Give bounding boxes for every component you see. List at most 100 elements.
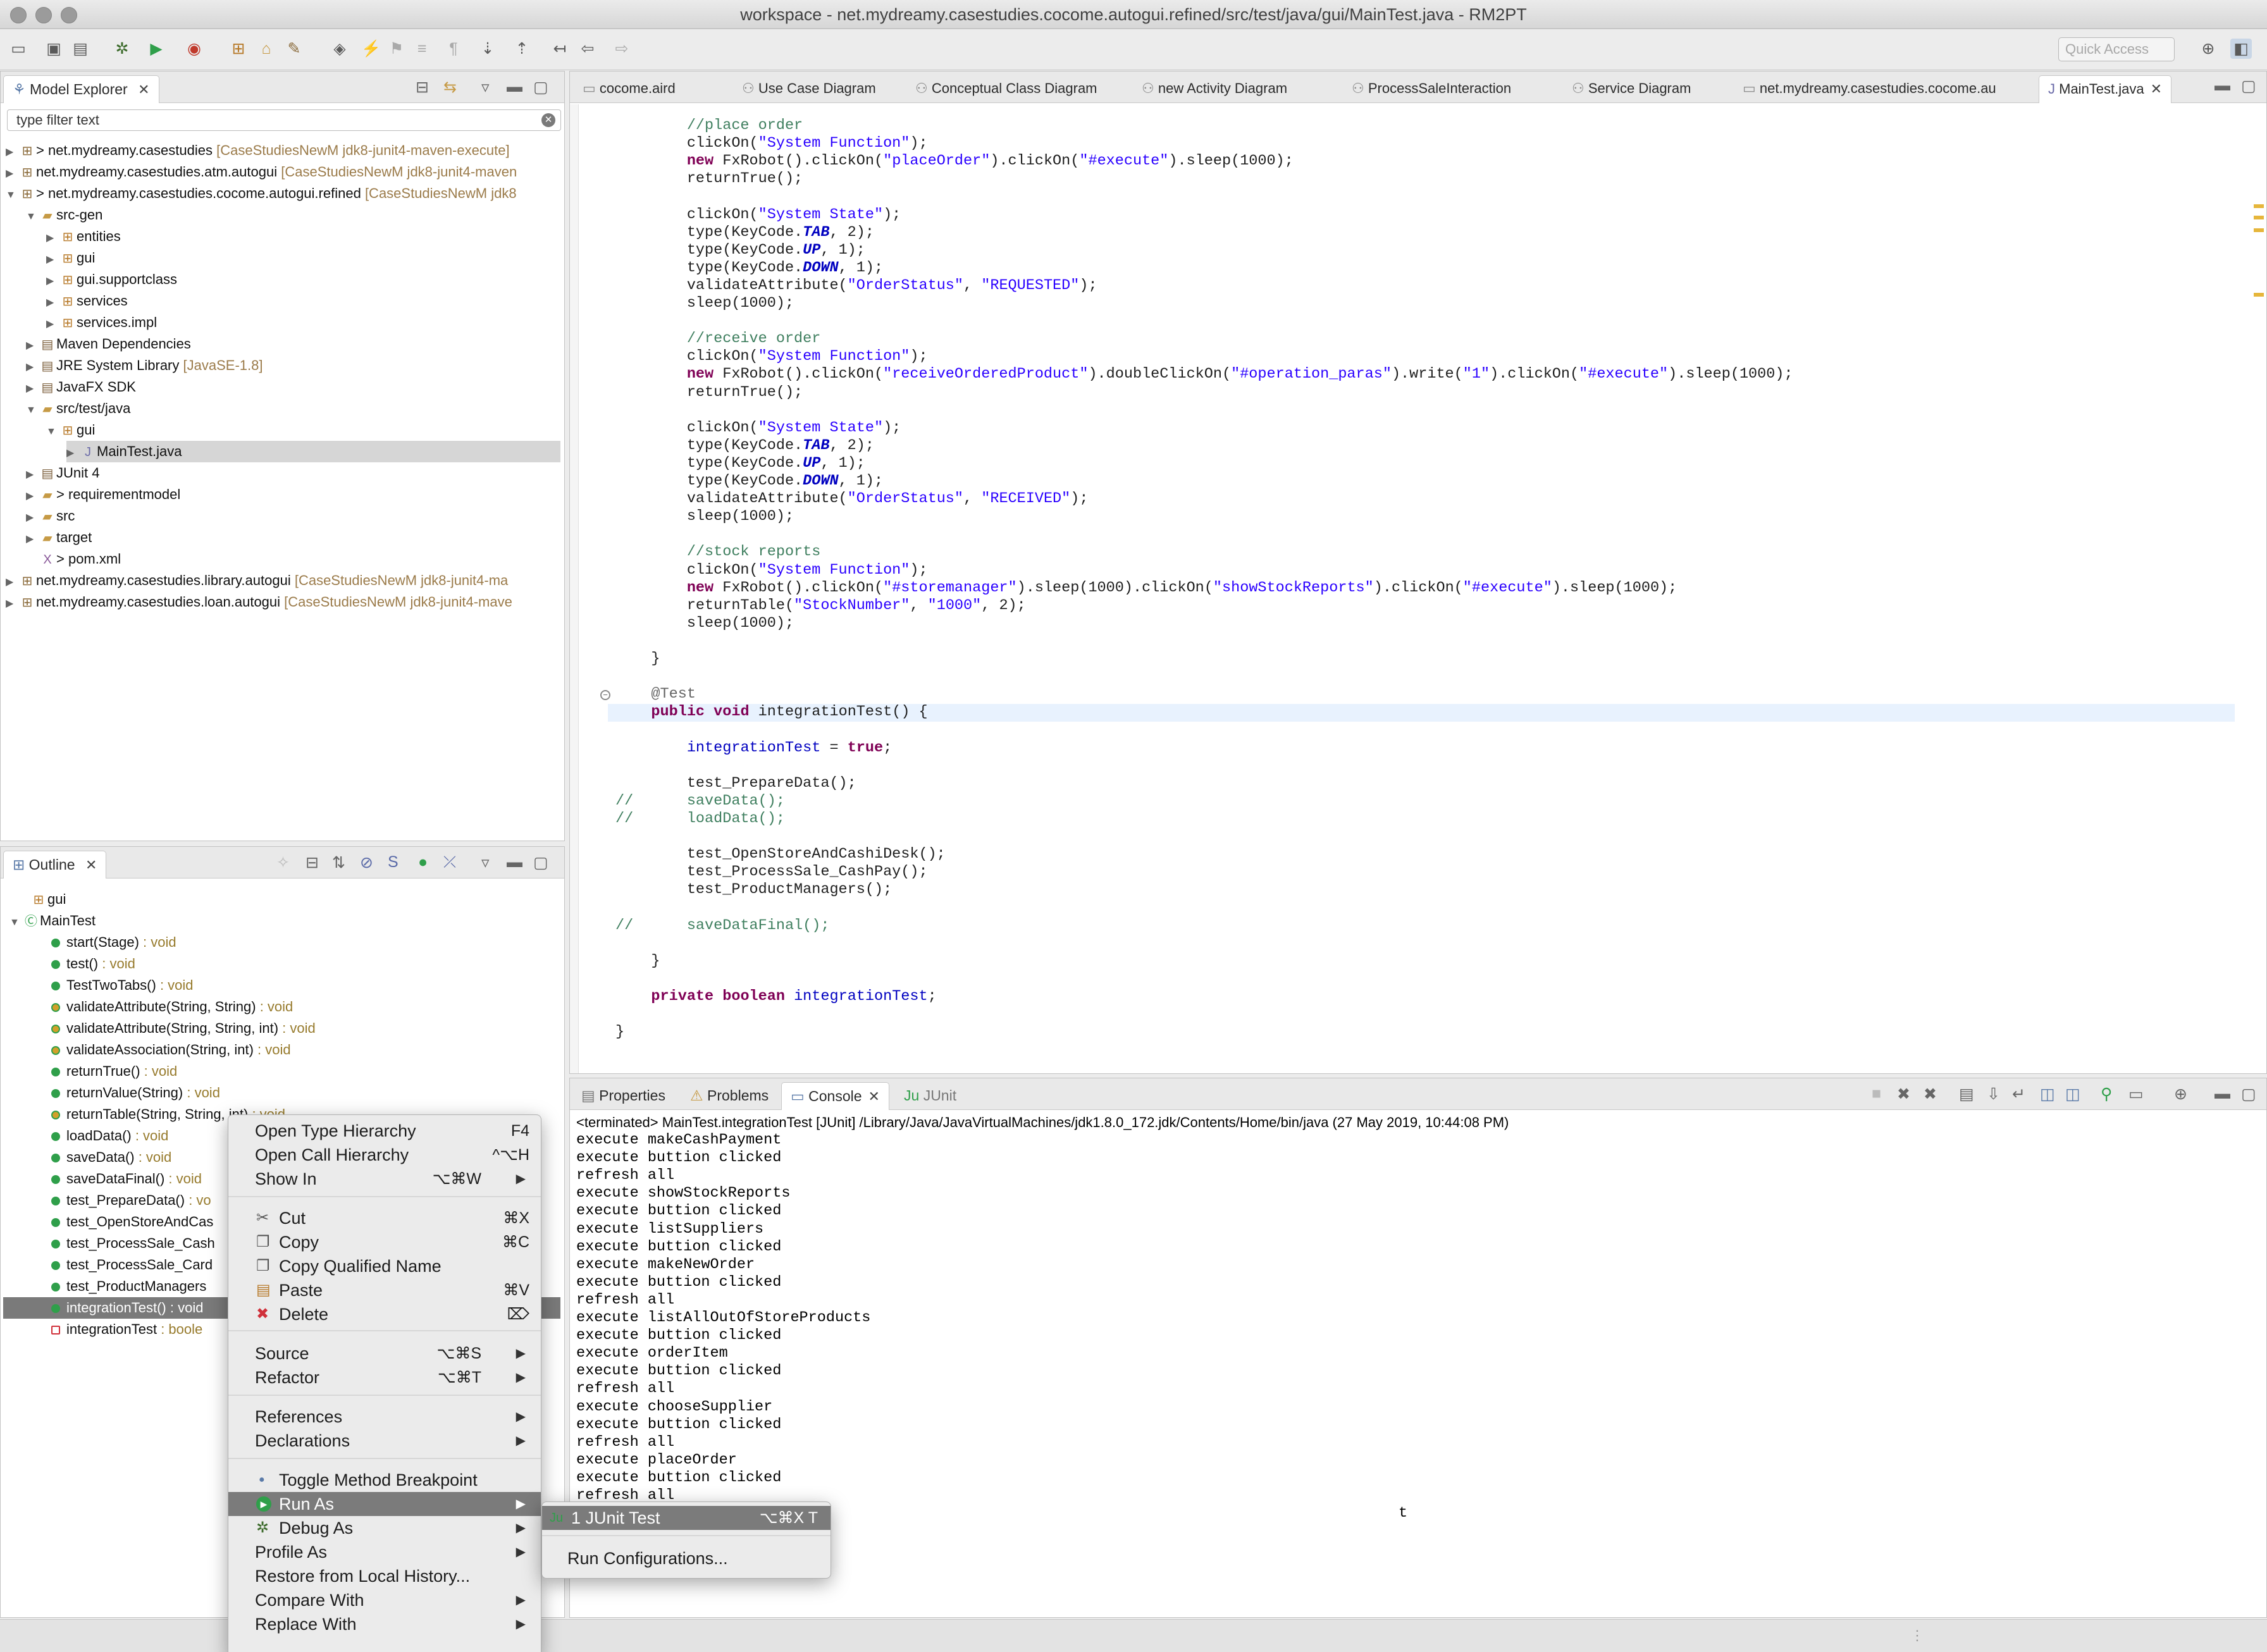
maximize-icon[interactable]: ▢ <box>2241 77 2256 96</box>
display-console-icon[interactable]: ▭ <box>2128 1085 2144 1104</box>
expand-toggle-icon[interactable]: ▼ <box>9 912 22 934</box>
expand-toggle-icon[interactable]: ▶ <box>26 529 39 550</box>
context-menu-item[interactable]: Open Call Hierarchy ^⌥H <box>228 1143 541 1167</box>
debug-icon[interactable]: ✲ <box>111 39 133 59</box>
expand-toggle-icon[interactable]: ▶ <box>26 335 39 357</box>
sort-icon[interactable]: ⇅ <box>332 853 345 872</box>
open-type-icon[interactable]: ✎ <box>283 39 305 59</box>
editor-tab[interactable]: ▭ net.mydreamy.casestudies.cocome.au <box>1734 75 2005 103</box>
editor-tab[interactable]: ⚇ ProcessSaleInteraction <box>1343 75 1520 103</box>
tree-item[interactable]: ▼ ▰ src-gen <box>26 204 560 226</box>
quick-access-input[interactable]: Quick Access <box>2058 37 2175 61</box>
outline-item[interactable]: ⊞ gui <box>30 889 560 910</box>
tree-item[interactable]: ▶ ⊞ net.mydreamy.casestudies.library.autog… <box>6 570 560 591</box>
outline-item[interactable]: validateAssociation(String, int) : void <box>3 1039 560 1061</box>
minimize-icon[interactable]: ▬ <box>507 853 522 872</box>
context-menu-item[interactable]: ❐ Copy ⌘C <box>228 1230 541 1254</box>
context-menu-item[interactable]: ● Toggle Method Breakpoint <box>228 1468 541 1492</box>
tree-item[interactable]: ▶ ▰ target <box>26 527 560 548</box>
tree-item[interactable]: ▶ ⊞ net.mydreamy.casestudies.loan.autogui … <box>6 591 560 613</box>
minimize-icon[interactable]: ▬ <box>507 78 522 96</box>
context-menu-item[interactable]: ✖ Delete ⌦ <box>228 1302 541 1326</box>
tab-model-explorer[interactable]: ⚘ Model Explorer ✕ <box>3 75 159 103</box>
editor-tab[interactable]: ⚇ Use Case Diagram <box>733 75 885 103</box>
outline-item[interactable]: validateAttribute(String, String) : void <box>3 996 560 1018</box>
context-menu-item[interactable]: Source ⌥⌘S ▶ <box>228 1341 541 1365</box>
open-perspective-icon[interactable]: ⊕ <box>2197 39 2219 59</box>
expand-toggle-icon[interactable]: ▶ <box>46 228 59 249</box>
maximize-icon[interactable]: ▢ <box>533 78 548 97</box>
expand-toggle-icon[interactable]: ▼ <box>26 206 39 228</box>
close-icon[interactable]: ✕ <box>2151 81 2162 97</box>
rm2pt-perspective-icon[interactable]: ◧ <box>2230 39 2252 59</box>
hide-local-types-icon[interactable]: ⤫ <box>443 853 456 872</box>
code-editor[interactable]: //place order clickOn("System Function")… <box>570 117 2247 1073</box>
last-edit-icon[interactable]: ↤ <box>549 39 571 59</box>
expand-toggle-icon[interactable]: ▶ <box>26 357 39 378</box>
forward-icon[interactable]: ⇨ <box>611 39 633 59</box>
bottom-tab[interactable]: ▭ Console ✕ <box>781 1082 889 1110</box>
tree-item[interactable]: ▶ J MainTest.java <box>66 441 560 462</box>
expand-toggle-icon[interactable]: ▶ <box>26 464 39 486</box>
pin-console-icon[interactable]: ⚲ <box>2101 1085 2112 1104</box>
overview-marker[interactable] <box>2254 293 2264 297</box>
external-tools-icon[interactable]: ◉ <box>183 39 205 59</box>
minimize-icon[interactable]: ▬ <box>2214 77 2230 95</box>
overview-marker[interactable] <box>2254 216 2264 219</box>
new-package-icon[interactable]: ⊞ <box>228 39 249 59</box>
tree-item[interactable]: ▶ ⊞ entities <box>46 226 560 247</box>
mark-occurrences-icon[interactable]: ⚡ <box>361 39 382 59</box>
annotation-icon[interactable]: ◈ <box>329 39 350 59</box>
remove-all-icon[interactable]: ✖ <box>1924 1085 1937 1104</box>
tree-item[interactable]: ▶ ▤ JUnit 4 <box>26 462 560 484</box>
context-menu-item[interactable]: ❐ Copy Qualified Name <box>228 1254 541 1278</box>
expand-toggle-icon[interactable]: ▶ <box>46 271 59 292</box>
word-wrap-icon[interactable]: ≡ <box>411 39 433 59</box>
tree-item[interactable]: ▶ ⊞ gui.supportclass <box>46 269 560 290</box>
expand-toggle-icon[interactable]: ▶ <box>26 507 39 529</box>
show-on-output-icon[interactable]: ◫ <box>2040 1085 2055 1104</box>
editor-tab[interactable]: ▭ cocome.aird <box>574 75 684 103</box>
open-console-icon[interactable]: ⊕ <box>2174 1085 2187 1104</box>
save-all-icon[interactable]: ▤ <box>70 39 91 59</box>
expand-toggle-icon[interactable]: ▶ <box>46 314 59 335</box>
tree-item[interactable]: ▶ ▤ JavaFX SDK <box>26 376 560 398</box>
outline-item[interactable]: test() : void <box>3 953 560 975</box>
outline-item[interactable]: returnTrue() : void <box>3 1061 560 1082</box>
tree-item[interactable]: ▶ ⊞ gui <box>46 247 560 269</box>
expand-toggle-icon[interactable]: ▼ <box>26 400 39 421</box>
hide-fields-icon[interactable]: ⊘ <box>360 853 373 872</box>
tree-item[interactable]: ▶ ⊞ > net.mydreamy.casestudies [CaseStudie… <box>6 140 560 161</box>
tree-item[interactable]: ▶ ▰ > requirementmodel <box>26 484 560 505</box>
tree-item[interactable]: ▶ ⊞ net.mydreamy.casestudies.atm.autogui [… <box>6 161 560 183</box>
show-whitespace-icon[interactable]: ¶ <box>443 39 464 59</box>
run-icon[interactable]: ▶ <box>145 39 167 59</box>
expand-toggle-icon[interactable]: ▶ <box>66 443 79 464</box>
context-menu-item[interactable]: Compare With ▶ <box>228 1588 541 1612</box>
tree-item[interactable]: ▶ ▰ src <box>26 505 560 527</box>
outline-item[interactable]: validateAttribute(String, String, int) :… <box>3 1018 560 1039</box>
context-menu-item[interactable]: ▶ Run As ▶ <box>228 1492 541 1516</box>
clear-filter-icon[interactable]: ✕ <box>541 113 555 127</box>
outline-item[interactable]: returnValue(String) : void <box>3 1082 560 1104</box>
close-icon[interactable]: ✕ <box>85 857 97 873</box>
expand-toggle-icon[interactable]: ▶ <box>46 292 59 314</box>
bottom-tab[interactable]: ▤ Properties <box>572 1082 674 1110</box>
overview-marker[interactable] <box>2254 228 2264 232</box>
expand-toggle-icon[interactable]: ▶ <box>6 142 18 163</box>
save-icon[interactable]: ▣ <box>43 39 65 59</box>
tree-item[interactable]: X > pom.xml <box>26 548 560 570</box>
maximize-icon[interactable]: ▢ <box>533 853 548 872</box>
expand-toggle-icon[interactable]: ▶ <box>6 163 18 185</box>
context-menu-item[interactable]: ✂ Cut ⌘X <box>228 1206 541 1230</box>
context-menu-item[interactable]: Declarations ▶ <box>228 1429 541 1453</box>
editor-tab[interactable]: J MainTest.java ✕ <box>2039 75 2172 103</box>
fold-toggle[interactable]: − <box>600 690 610 700</box>
terminate-icon[interactable]: ■ <box>1872 1085 1881 1103</box>
scroll-lock-icon[interactable]: ⇩ <box>1987 1085 2000 1104</box>
context-menu-item[interactable]: ✲ Debug As ▶ <box>228 1516 541 1540</box>
editor-tab[interactable]: ⚇ new Activity Diagram <box>1133 75 1296 103</box>
expand-toggle-icon[interactable]: ▶ <box>6 593 18 615</box>
clear-console-icon[interactable]: ▤ <box>1959 1085 1974 1104</box>
hide-static-icon[interactable]: S <box>388 853 398 872</box>
